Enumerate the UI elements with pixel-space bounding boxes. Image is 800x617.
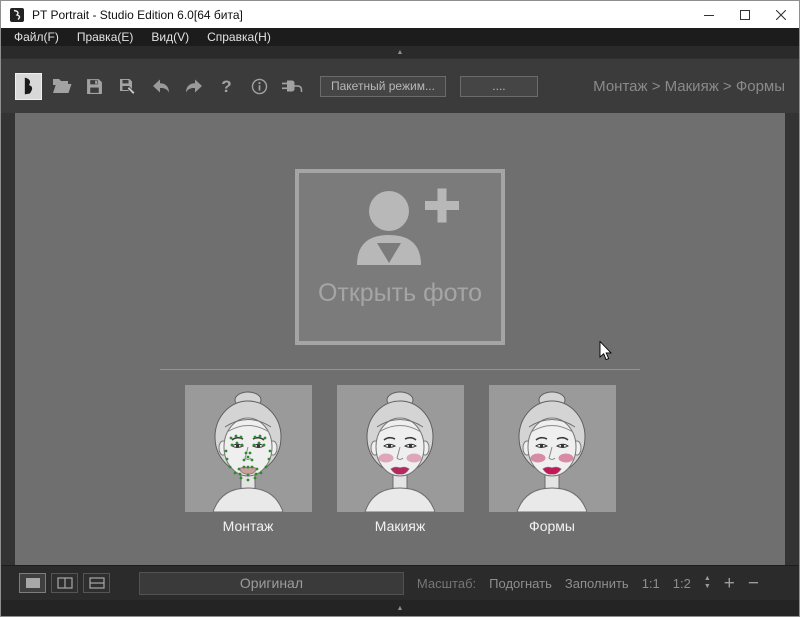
window-title: PT Portrait - Studio Edition 6.0[64 бита… (32, 8, 243, 22)
module-forms[interactable]: Формы (489, 385, 616, 534)
pt-portrait-logo-icon (9, 7, 25, 23)
single-view-button[interactable] (19, 573, 46, 593)
breadcrumb: Монтаж > Макияж > Формы (593, 78, 785, 95)
split-vertical-icon (57, 577, 73, 589)
plug-icon (282, 79, 303, 93)
redo-button[interactable] (180, 73, 207, 100)
batch-mode-button[interactable]: Пакетный режим... (320, 76, 446, 97)
menu-file[interactable]: Файл(F) (5, 28, 68, 46)
original-preview-button[interactable]: Оригинал (139, 572, 404, 595)
bottombar: Оригинал Масштаб: Подогнать Заполнить 1:… (1, 565, 799, 600)
module-thumbnails: Монтаж Макияж Формы (185, 385, 616, 534)
forms-label: Формы (489, 518, 616, 534)
makeup-label: Макияж (337, 518, 464, 534)
zoom-controls: Масштаб: Подогнать Заполнить 1:1 1:2 ▲ ▼… (417, 574, 759, 593)
zoom-spin-down-button[interactable]: ▼ (704, 584, 711, 590)
help-icon: ? (221, 78, 231, 95)
fit-button[interactable]: Подогнать (489, 576, 552, 591)
toolbar: ? Пакетный режим... .... Монтаж > Макияж… (1, 58, 799, 113)
save-as-icon (119, 78, 137, 95)
more-options-button[interactable]: .... (460, 76, 538, 97)
app-icon (9, 7, 25, 23)
toolbar-collapse-strip[interactable]: ▲ (1, 46, 799, 58)
forms-preview-image[interactable] (489, 385, 616, 512)
view-mode-buttons (19, 573, 110, 593)
module-montage[interactable]: Монтаж (185, 385, 312, 534)
zoom-spinner: ▲ ▼ (704, 576, 711, 590)
open-file-button[interactable] (48, 73, 75, 100)
folder-icon (52, 78, 72, 94)
scale-label: Масштаб: (417, 576, 476, 591)
plugin-button[interactable] (279, 73, 306, 100)
maximize-icon (740, 10, 750, 20)
canvas: Открыть фото Монтаж Макияж Формы (15, 113, 785, 565)
collapse-up-icon: ▲ (397, 49, 404, 56)
split-horizontal-icon (89, 577, 105, 589)
zoom-in-button[interactable]: + (724, 574, 735, 593)
app-window: PT Portrait - Studio Edition 6.0[64 бита… (0, 0, 800, 617)
titlebar: PT Portrait - Studio Edition 6.0[64 бита… (1, 1, 799, 28)
pt-portrait-tool-icon (19, 76, 39, 96)
zoom-1-2-button[interactable]: 1:2 (673, 576, 691, 591)
about-button[interactable] (246, 73, 273, 100)
fill-button[interactable]: Заполнить (565, 576, 629, 591)
single-pane-icon (25, 577, 41, 589)
module-makeup[interactable]: Макияж (337, 385, 464, 534)
undo-icon (151, 78, 171, 94)
split-vertical-view-button[interactable] (51, 573, 78, 593)
zoom-out-button[interactable]: − (748, 574, 759, 593)
collapse-bottom-icon: ▲ (397, 605, 404, 612)
open-photo-dropzone[interactable]: Открыть фото (295, 169, 505, 345)
minimize-icon (704, 10, 714, 20)
current-tool-button[interactable] (15, 73, 42, 100)
workspace: Открыть фото Монтаж Макияж Формы (1, 113, 799, 565)
close-button[interactable] (763, 1, 799, 28)
save-icon (86, 78, 103, 95)
maximize-button[interactable] (727, 1, 763, 28)
menubar: Файл(F) Правка(E) Вид(V) Справка(H) (1, 28, 799, 46)
undo-button[interactable] (147, 73, 174, 100)
makeup-preview-image[interactable] (337, 385, 464, 512)
bottombar-collapse-strip[interactable]: ▲ (1, 600, 799, 616)
montage-preview-image[interactable] (185, 385, 312, 512)
minimize-button[interactable] (691, 1, 727, 28)
menu-view[interactable]: Вид(V) (142, 28, 198, 46)
add-photo-icon (337, 183, 463, 277)
redo-icon (184, 78, 204, 94)
help-button[interactable]: ? (213, 73, 240, 100)
close-icon (776, 10, 786, 20)
split-horizontal-view-button[interactable] (83, 573, 110, 593)
menu-edit[interactable]: Правка(E) (68, 28, 143, 46)
save-button[interactable] (81, 73, 108, 100)
zoom-spin-up-button[interactable]: ▲ (704, 576, 711, 582)
montage-label: Монтаж (185, 518, 312, 534)
open-photo-label: Открыть фото (318, 279, 482, 308)
window-controls (691, 1, 799, 28)
zoom-1-1-button[interactable]: 1:1 (642, 576, 660, 591)
info-icon (251, 78, 268, 95)
save-as-button[interactable] (114, 73, 141, 100)
menu-help[interactable]: Справка(H) (198, 28, 280, 46)
modules-divider (160, 369, 640, 370)
